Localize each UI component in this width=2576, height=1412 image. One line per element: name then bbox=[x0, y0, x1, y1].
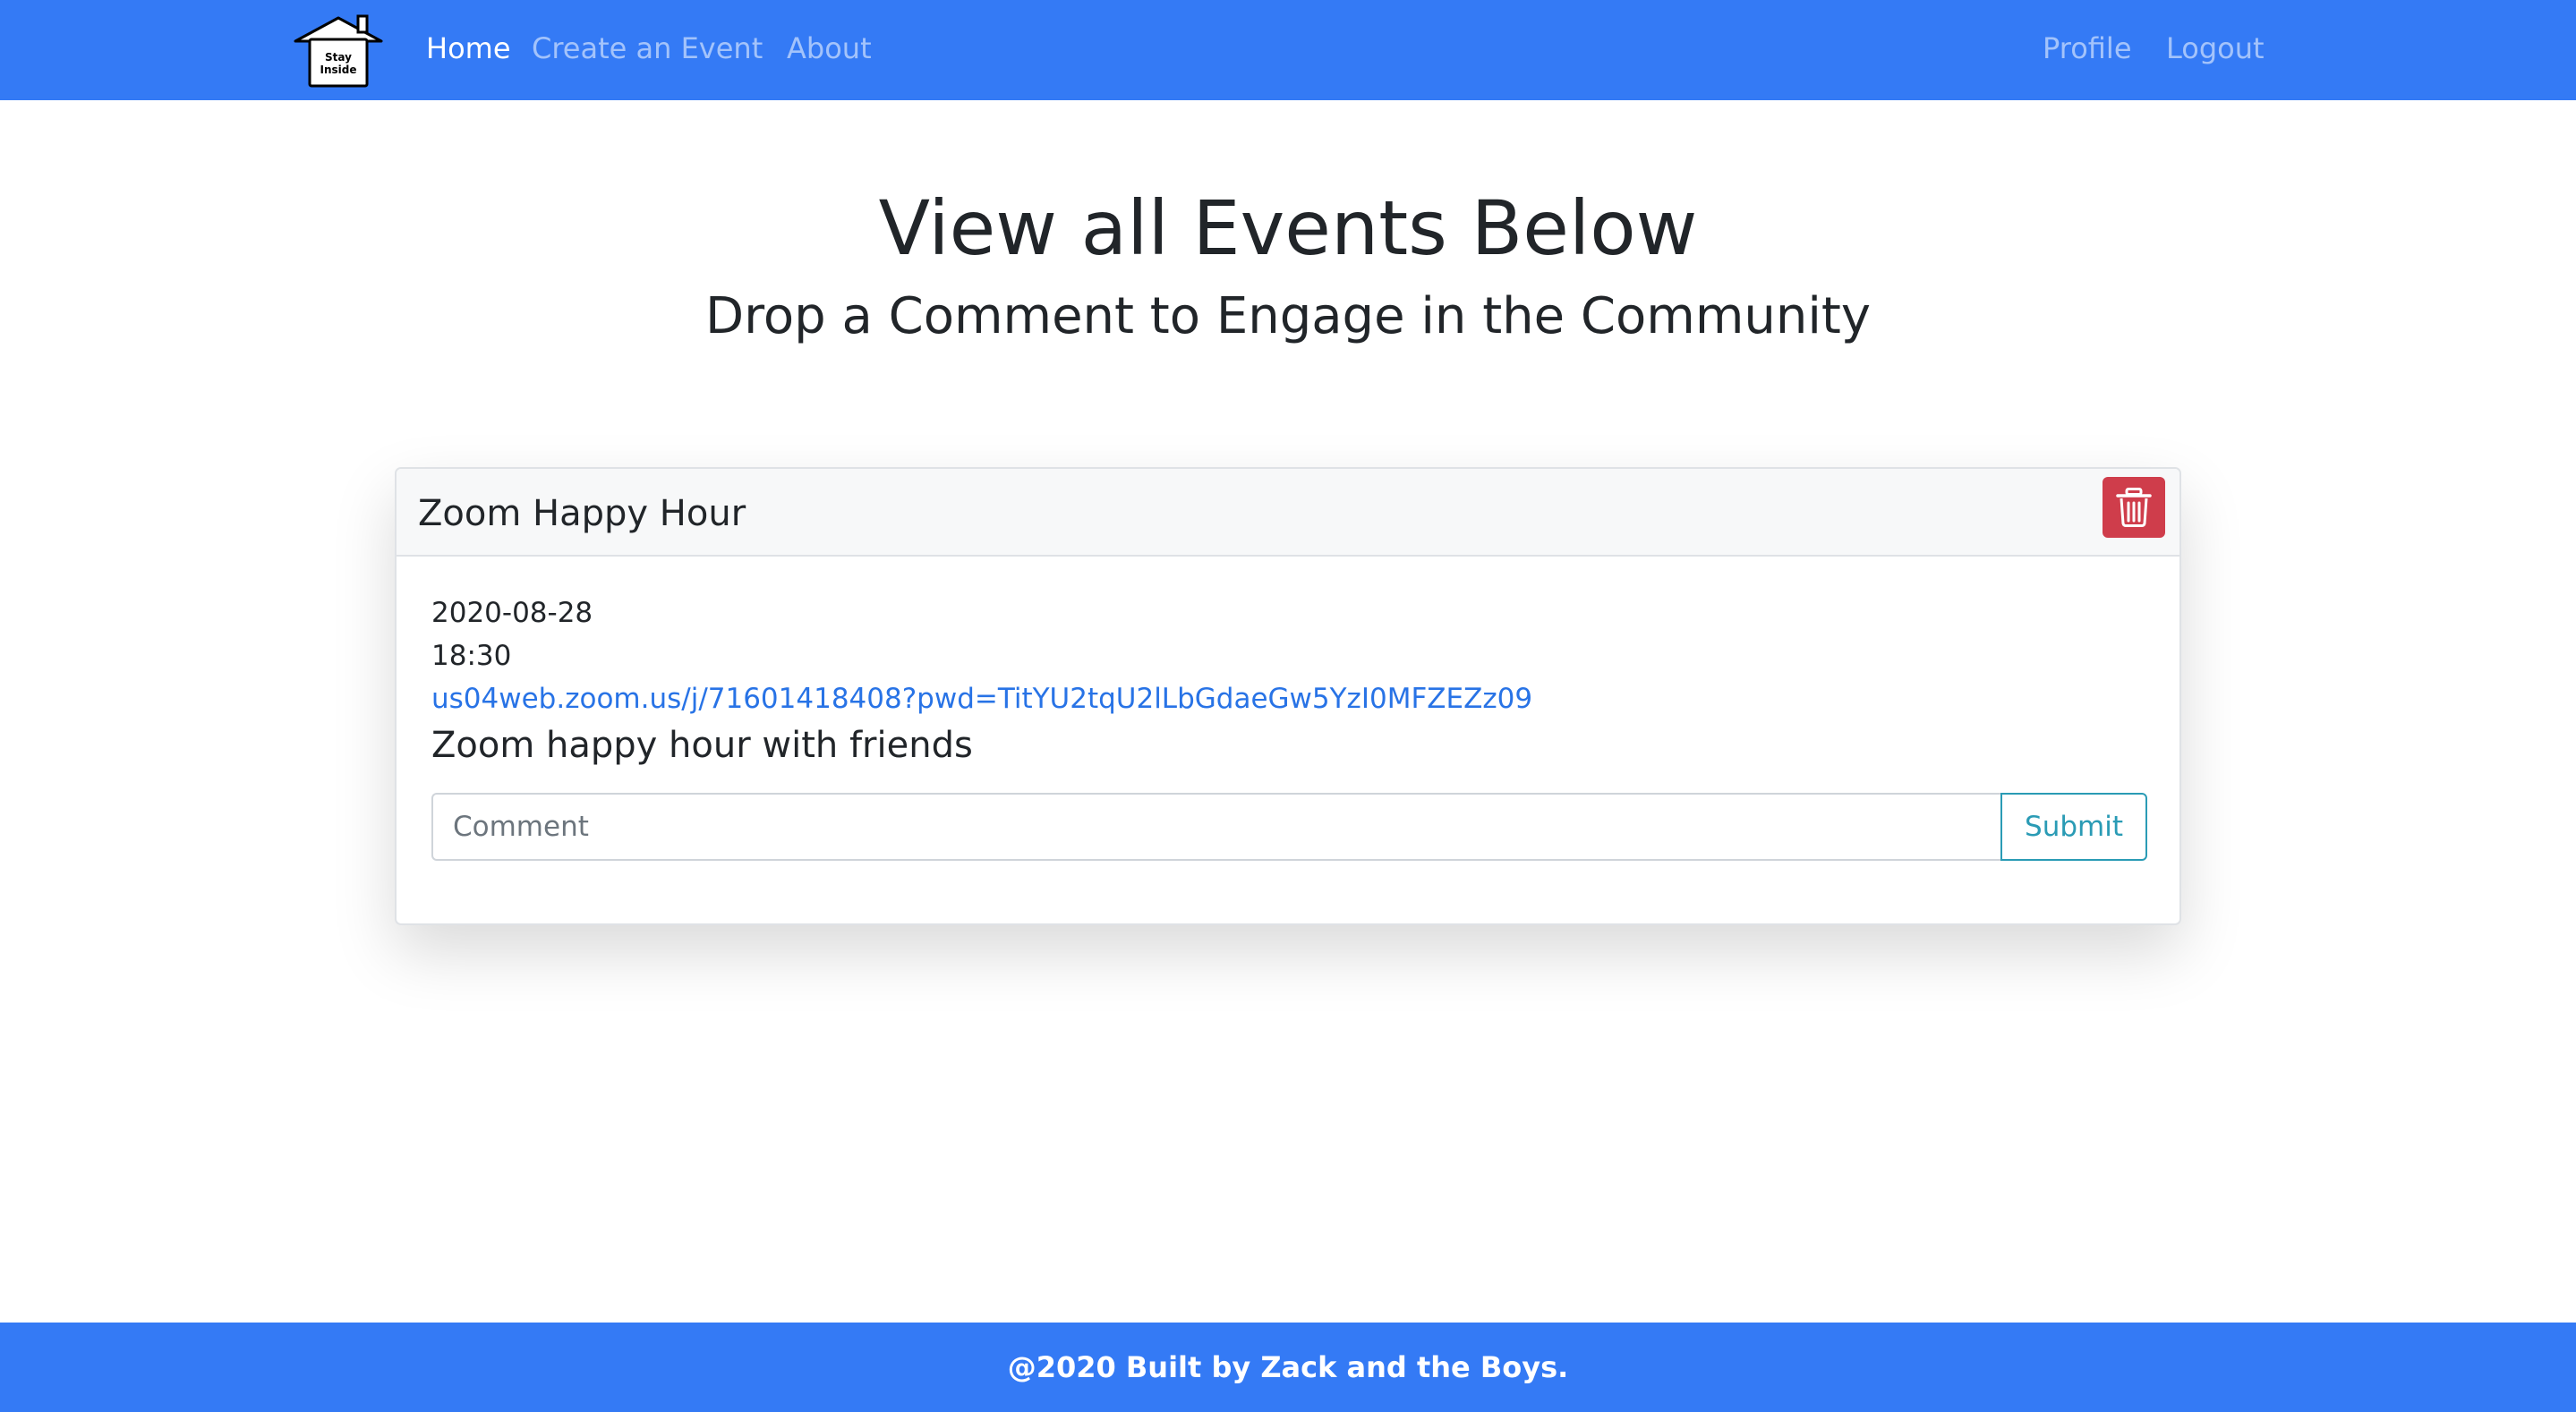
event-card-header: Zoom Happy Hour bbox=[397, 469, 2179, 557]
event-description: Zoom happy hour with friends bbox=[431, 725, 973, 766]
page-title: View all Events Below bbox=[878, 184, 1698, 272]
event-time: 18:30 bbox=[431, 640, 512, 672]
footer-text: @2020 Built by Zack and the Boys. bbox=[1007, 1350, 1569, 1384]
event-card: Zoom Happy Hour 2020-08-28 18:30 us04web… bbox=[395, 467, 2181, 925]
brand-line-1: Stay bbox=[325, 51, 352, 64]
brand-line-2: Inside bbox=[320, 64, 357, 76]
brand-logo[interactable]: Stay Inside bbox=[292, 14, 385, 88]
nav-about-link[interactable]: About bbox=[787, 29, 872, 68]
event-title: Zoom Happy Hour bbox=[418, 493, 746, 534]
delete-event-button[interactable] bbox=[2103, 477, 2165, 538]
event-date: 2020-08-28 bbox=[431, 597, 593, 629]
submit-comment-button[interactable]: Submit bbox=[2000, 793, 2147, 861]
trash-icon bbox=[2116, 488, 2152, 527]
event-zoom-link[interactable]: us04web.zoom.us/j/71601418408?pwd=TitYU2… bbox=[431, 680, 1532, 718]
nav-profile-link[interactable]: Profile bbox=[2043, 29, 2132, 68]
comment-input[interactable] bbox=[431, 793, 2001, 861]
footer: @2020 Built by Zack and the Boys. bbox=[0, 1323, 2576, 1412]
house-logo-icon: Stay Inside bbox=[294, 14, 383, 88]
top-navbar: Stay Inside Home Create an Event About P… bbox=[0, 0, 2576, 100]
nav-home-link[interactable]: Home bbox=[426, 29, 511, 68]
nav-create-event-link[interactable]: Create an Event bbox=[532, 29, 763, 68]
nav-logout-link[interactable]: Logout bbox=[2166, 29, 2265, 68]
page-subtitle: Drop a Comment to Engage in the Communit… bbox=[704, 287, 1872, 345]
